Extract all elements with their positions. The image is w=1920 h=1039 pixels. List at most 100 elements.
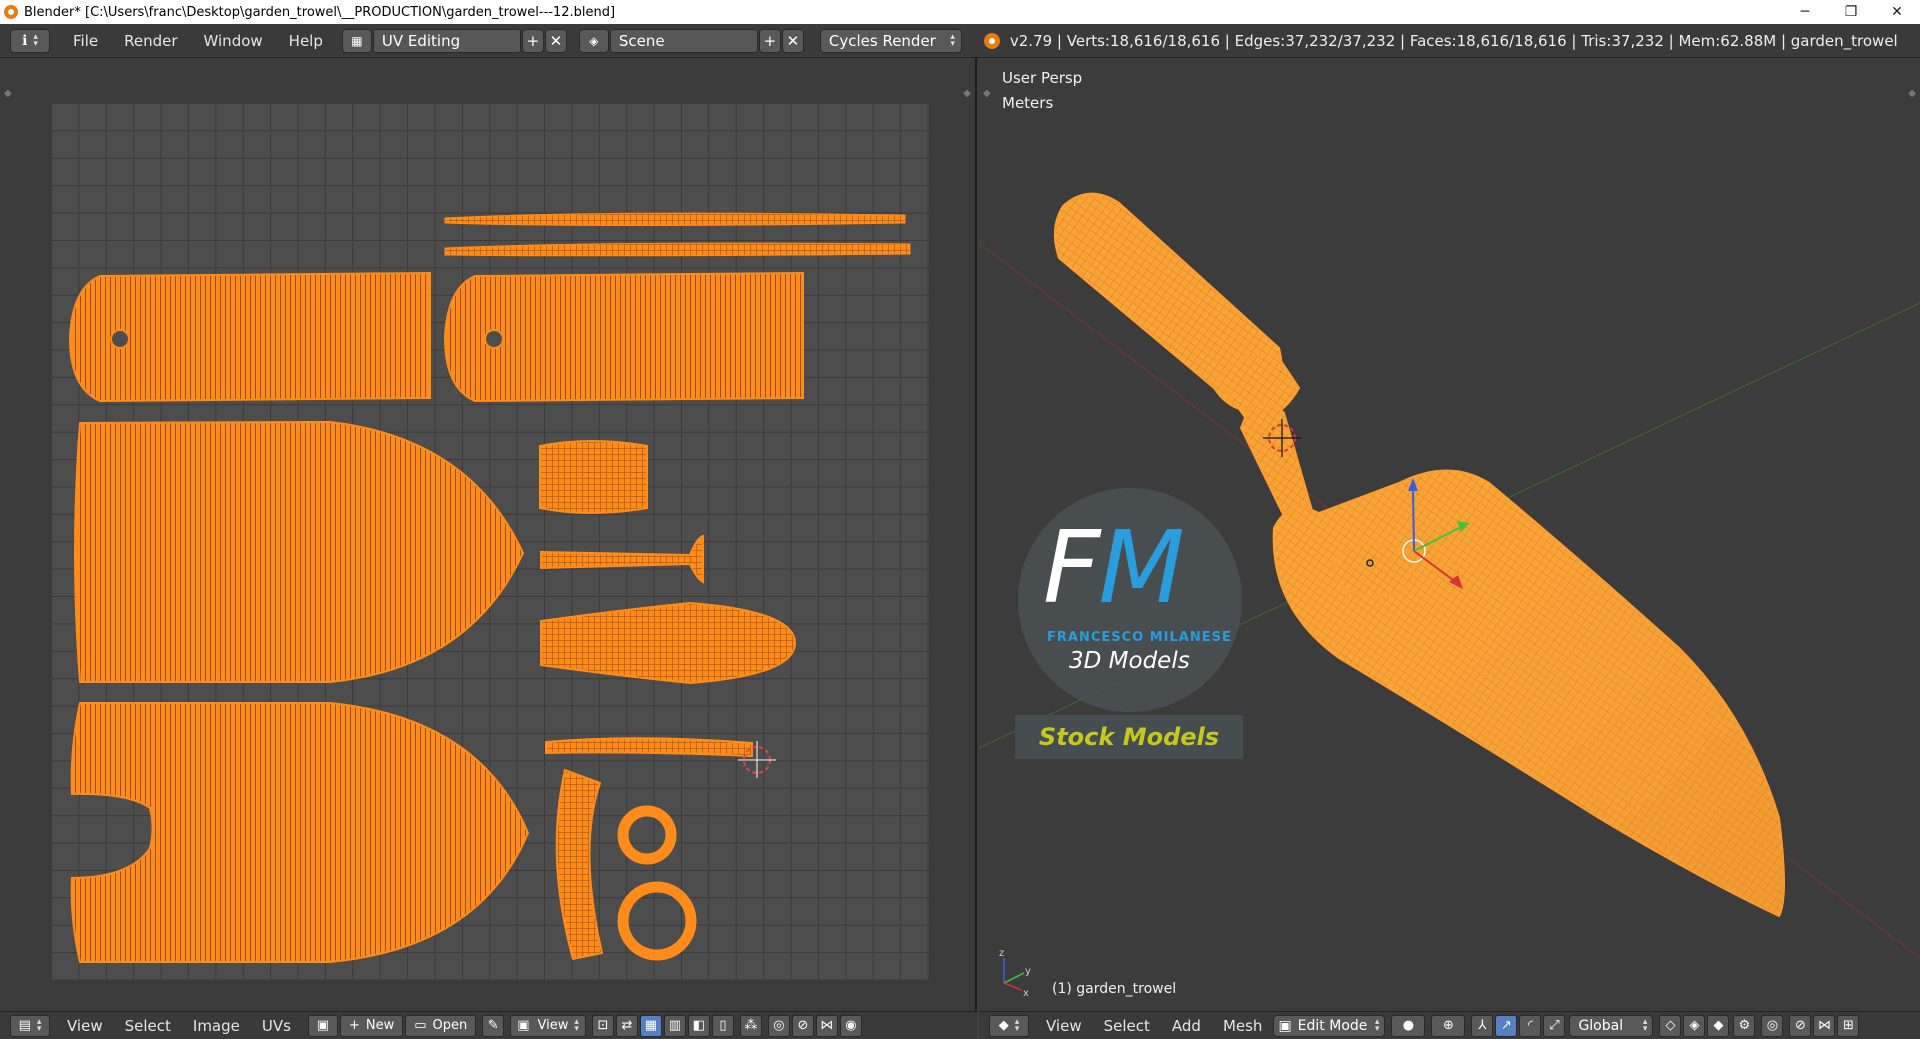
- fm-logo-letters: FM: [1043, 509, 1185, 626]
- island-select-button[interactable]: ▯: [711, 1014, 734, 1037]
- edge-select-mode-button[interactable]: ◈: [1683, 1014, 1706, 1037]
- snap-element-button[interactable]: ⋈: [1813, 1014, 1836, 1037]
- snap-target-button[interactable]: ⋈: [815, 1014, 838, 1037]
- orientation-dropdown[interactable]: Global ▴ ▾: [1569, 1014, 1654, 1037]
- snap-3d-button[interactable]: ⊘: [1789, 1014, 1812, 1037]
- image-icon: ▣: [316, 1018, 330, 1033]
- vertex-select-mode-button[interactable]: ◇: [1659, 1014, 1682, 1037]
- vertex-select-icon: ▦: [644, 1018, 658, 1033]
- render-engine-dropdown[interactable]: Cycles Render ▴ ▾: [819, 28, 962, 53]
- edge-select-icon: ▥: [668, 1018, 682, 1033]
- translate-manipulator-button[interactable]: ↗: [1495, 1014, 1518, 1037]
- occlude-icon: ⚙: [1738, 1018, 1751, 1033]
- window-title: Blender* [C:\Users\franc\Desktop\garden_…: [24, 4, 616, 20]
- render-slot-button[interactable]: ◉: [839, 1014, 862, 1037]
- cube-icon: ◆: [998, 1018, 1009, 1033]
- snap-target-3d-button[interactable]: ⊞: [1837, 1014, 1860, 1037]
- open-image-button[interactable]: ▭ Open: [405, 1014, 477, 1037]
- fm-tagline-text: 3D Models: [1069, 648, 1190, 674]
- editor-type-3d-button[interactable]: ◆ ▴ ▾: [989, 1014, 1029, 1037]
- face-mode-icon: ◆: [1713, 1018, 1724, 1033]
- uv-view-dropdown[interactable]: ▣ View ▴ ▾: [510, 1014, 586, 1037]
- uv-island-ferrule: [539, 440, 648, 514]
- magnet-icon: ⊘: [797, 1018, 809, 1033]
- sync-icon: ⇄: [621, 1018, 633, 1033]
- uv-image-editor[interactable]: ◆ ◆: [0, 58, 977, 1011]
- restore-button[interactable]: ❐: [1828, 0, 1874, 24]
- close-button[interactable]: ✕: [1874, 0, 1920, 24]
- uv-island-blade: [74, 420, 525, 683]
- vp-menu-select[interactable]: Select: [1093, 1017, 1161, 1035]
- svg-text:y: y: [1025, 966, 1031, 977]
- scale-manipulator-button[interactable]: ⤢: [1543, 1014, 1566, 1037]
- delete-screen-button[interactable]: ✕: [544, 28, 567, 53]
- add-scene-button[interactable]: +: [758, 28, 781, 53]
- image-browse-button[interactable]: ▣: [307, 1014, 338, 1037]
- shading-dropdown[interactable]: ●: [1391, 1014, 1426, 1037]
- edge-mode-icon: ◈: [1689, 1018, 1700, 1033]
- scene-icon: ◈: [589, 33, 599, 48]
- face-select-mode-button[interactable]: ◆: [1707, 1014, 1730, 1037]
- uv-menu-image[interactable]: Image: [182, 1017, 251, 1035]
- uv-menu-uvs[interactable]: UVs: [251, 1017, 302, 1035]
- blender-logo-icon: [4, 5, 18, 19]
- x-icon: ✕: [786, 31, 800, 50]
- editor-type-uv-button[interactable]: ▤ ▴ ▾: [10, 1014, 50, 1037]
- render-icon: ◉: [845, 1018, 857, 1033]
- folder-icon: ▭: [414, 1018, 427, 1033]
- editor-type-info-button[interactable]: ℹ ▴ ▾: [10, 28, 50, 53]
- uv-island-strip: [444, 212, 906, 226]
- screen-layout-browse-button[interactable]: ▦: [341, 28, 372, 53]
- menu-render[interactable]: Render: [111, 32, 190, 50]
- scene-statistics: v2.79 | Verts:18,616/18,616 | Edges:37,2…: [1009, 31, 1898, 50]
- edit-mode-icon: ▣: [1278, 1017, 1292, 1034]
- pivot-point-dropdown[interactable]: ⊕: [1431, 1014, 1466, 1037]
- limit-selection-button[interactable]: ⚙: [1733, 1014, 1756, 1037]
- uv-island-arc: [555, 768, 604, 961]
- plus-icon: +: [763, 31, 777, 50]
- face-select-icon: ◧: [692, 1018, 706, 1033]
- minimize-button[interactable]: ─: [1782, 0, 1828, 24]
- vp-menu-mesh[interactable]: Mesh: [1212, 1017, 1274, 1035]
- snap-button[interactable]: ⊘: [791, 1014, 814, 1037]
- edge-select-button[interactable]: ▥: [663, 1014, 686, 1037]
- uv-menu-select[interactable]: Select: [114, 1017, 182, 1035]
- layout-grid-icon: ▦: [351, 33, 363, 48]
- snap-target-icon: ⊞: [1842, 1018, 1854, 1033]
- fm-banner-text: Stock Models: [1038, 723, 1220, 751]
- fm-banner: Stock Models: [1015, 715, 1243, 759]
- rotate-manipulator-button[interactable]: ◜: [1519, 1014, 1542, 1037]
- uv-island-ring: [617, 805, 677, 865]
- uv-menu-view[interactable]: View: [56, 1017, 114, 1035]
- sticky-select-dropdown[interactable]: ⁂: [739, 1014, 762, 1037]
- pin-button[interactable]: ✎: [482, 1014, 505, 1037]
- axis-icon: ⅄: [1478, 1018, 1487, 1033]
- arrow-icon: ↗: [1500, 1018, 1512, 1033]
- add-screen-button[interactable]: +: [521, 28, 544, 53]
- face-select-button[interactable]: ◧: [687, 1014, 710, 1037]
- uv-sync-button[interactable]: ⇄: [615, 1014, 638, 1037]
- uv-island-ring: [617, 881, 697, 961]
- pivot-button[interactable]: ⊡: [591, 1014, 614, 1037]
- vertex-select-button[interactable]: ▦: [639, 1014, 662, 1037]
- menu-window[interactable]: Window: [191, 32, 276, 50]
- menu-help[interactable]: Help: [276, 32, 336, 50]
- scene-field[interactable]: Scene: [609, 28, 758, 53]
- pivot-icon: ⊡: [597, 1018, 609, 1033]
- info-icon: ℹ: [22, 32, 28, 49]
- image-editor-icon: ▤: [18, 1018, 31, 1033]
- manipulator-toggle[interactable]: ⅄: [1471, 1014, 1494, 1037]
- screen-layout-field[interactable]: UV Editing: [372, 28, 521, 53]
- proportional-edit-button[interactable]: ◎: [767, 1014, 790, 1037]
- proportional-edit-3d-button[interactable]: ◎: [1761, 1014, 1784, 1037]
- magnet-icon: ⊘: [1794, 1018, 1806, 1033]
- pivot-icon: ⊕: [1442, 1018, 1454, 1033]
- new-image-button[interactable]: + New: [339, 1014, 404, 1037]
- vp-menu-add[interactable]: Add: [1161, 1017, 1212, 1035]
- pin-icon: ✎: [487, 1018, 499, 1033]
- mode-dropdown[interactable]: ▣ Edit Mode ▴ ▾: [1273, 1014, 1386, 1037]
- delete-scene-button[interactable]: ✕: [781, 28, 804, 53]
- menu-file[interactable]: File: [60, 32, 111, 50]
- vp-menu-view[interactable]: View: [1035, 1017, 1093, 1035]
- scene-browse-button[interactable]: ◈: [578, 28, 609, 53]
